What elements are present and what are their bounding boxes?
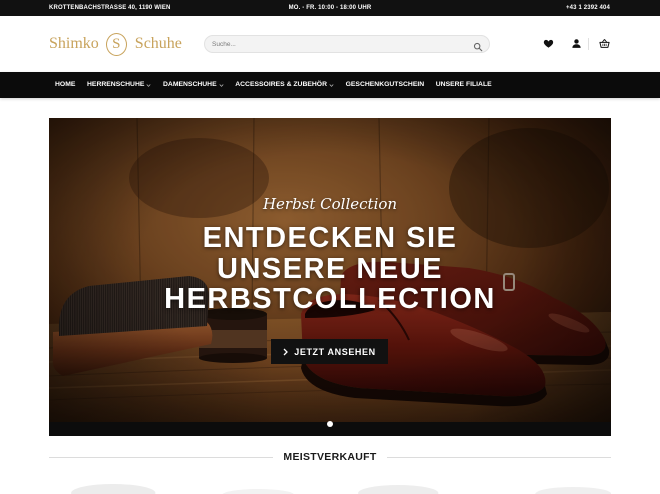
hero-title-line: HERBSTCOLLECTION [164, 283, 496, 315]
hero-title-line: UNSERE NEUE [217, 252, 443, 285]
product-card[interactable] [483, 477, 612, 494]
site-logo[interactable]: Shimko S Schuhe [49, 16, 182, 72]
logo-word-left: Shimko [49, 35, 99, 52]
page: KROTTENBACHSTRASSE 40, 1190 WIEN MO. - F… [0, 0, 660, 494]
product-image [534, 487, 611, 494]
slider-dot[interactable] [327, 421, 333, 427]
chevron-down-icon [329, 83, 334, 88]
slider-dots [49, 421, 611, 427]
logo-emblem-letter: S [112, 35, 121, 52]
nav-item-label: ACCESSOIRES & ZUBEHÖR [235, 81, 327, 88]
main-navigation: HOME HERRENSCHUHE DAMENSCHUHE ACCESSOIRE… [0, 72, 660, 98]
product-image [222, 489, 294, 494]
user-icon[interactable] [571, 38, 582, 49]
product-card[interactable] [49, 477, 178, 494]
product-image [71, 484, 156, 494]
chevron-right-icon [283, 348, 289, 356]
shop-now-label: JETZT ANSEHEN [294, 346, 376, 357]
site-header: Shimko S Schuhe [0, 16, 660, 72]
search-input[interactable] [212, 36, 462, 52]
hero-title: ENTDECKEN SIE UNSERE NEUE HERBSTCOLLECTI… [49, 223, 611, 315]
nav-item-label: GESCHENKGUTSCHEIN [345, 81, 425, 88]
nav-item-label: DAMENSCHUHE [163, 81, 217, 88]
search-bar [204, 35, 490, 53]
heading-divider-left [49, 456, 274, 458]
chevron-down-icon [146, 83, 151, 88]
product-row [49, 477, 611, 494]
store-address: KROTTENBACHSTRASSE 40, 1190 WIEN [49, 5, 171, 11]
nav-item-unsere-filiale[interactable]: UNSERE FILIALE [436, 72, 492, 98]
nav-item-label: HERRENSCHUHE [87, 81, 145, 88]
opening-hours: MO. - FR. 10:00 - 18:00 UHR [288, 5, 372, 11]
product-card[interactable] [338, 477, 467, 494]
search-icon[interactable] [473, 39, 483, 52]
logo-word-right: Schuhe [134, 35, 182, 52]
nav-item-label: HOME [55, 81, 76, 88]
nav-item-damenschuhe[interactable]: DAMENSCHUHE [163, 72, 224, 98]
bestsellers-heading: MEISTVERKAUFT [49, 449, 611, 465]
hero-title-line: ENTDECKEN SIE [202, 222, 458, 254]
hero-slider: Herbst Collection ENTDECKEN SIE UNSERE N… [49, 118, 611, 436]
nav-list: HOME HERRENSCHUHE DAMENSCHUHE ACCESSOIRE… [55, 72, 492, 98]
nav-item-accessoires[interactable]: ACCESSOIRES & ZUBEHÖR [235, 72, 334, 98]
product-image [358, 485, 439, 494]
heading-divider-right [386, 456, 611, 458]
nav-item-home[interactable]: HOME [55, 72, 75, 98]
header-divider [588, 38, 589, 50]
logo-emblem: S [105, 32, 127, 56]
hero-subtitle: Herbst Collection [262, 195, 398, 213]
basket-icon[interactable] [599, 38, 610, 49]
section-title: MEISTVERKAUFT [283, 451, 377, 463]
shop-now-button[interactable]: JETZT ANSEHEN [271, 339, 388, 364]
nav-item-herrenschuhe[interactable]: HERRENSCHUHE [87, 72, 151, 98]
nav-item-label: UNSERE FILIALE [435, 81, 492, 88]
product-card[interactable] [194, 477, 323, 494]
phone-number[interactable]: +43 1 2392 404 [566, 0, 610, 16]
chevron-down-icon [219, 83, 224, 88]
heart-icon[interactable] [543, 38, 554, 49]
top-info-bar: KROTTENBACHSTRASSE 40, 1190 WIEN MO. - F… [0, 0, 660, 16]
nav-item-geschenkgutschein[interactable]: GESCHENKGUTSCHEIN [346, 72, 425, 98]
hero-content: Herbst Collection ENTDECKEN SIE UNSERE N… [49, 118, 611, 422]
